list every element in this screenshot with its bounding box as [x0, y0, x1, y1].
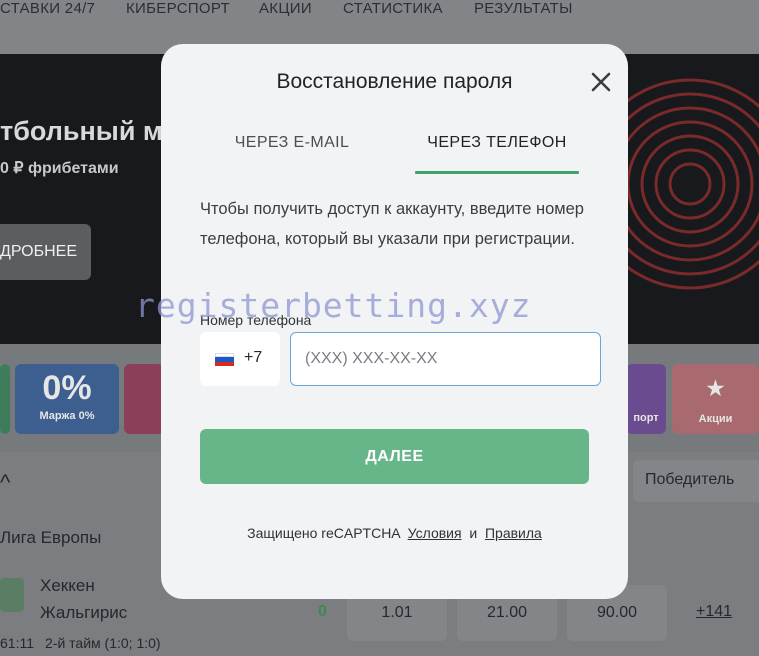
banner-more-button[interactable]: ДРОБНЕЕ	[0, 224, 91, 280]
russia-flag-icon	[215, 353, 234, 366]
sort-select[interactable]: Победитель	[633, 460, 759, 502]
country-code-select[interactable]: +7	[200, 332, 280, 386]
sort-select-label: Победитель	[645, 471, 735, 488]
match-time: 61:11	[0, 635, 34, 651]
recaptcha-terms-link[interactable]: Условия	[408, 525, 462, 541]
tile-promotions-label: Акции	[698, 413, 733, 425]
watermark-text: registerbetting.xyz	[135, 286, 532, 325]
next-button[interactable]: ДАЛЕЕ	[200, 429, 589, 484]
tile-esport[interactable]: порт	[626, 364, 666, 434]
recaptcha-notice: Защищено reCAPTCHA Условия и Правила	[161, 525, 628, 541]
tab-via-email[interactable]: ЧЕРЕЗ E-MAIL	[201, 134, 383, 152]
tile-esport-label: порт	[633, 412, 659, 424]
tile-partial-left[interactable]	[0, 364, 10, 434]
country-code: +7	[244, 349, 263, 366]
recaptcha-text: Защищено reCAPTCHA	[247, 525, 400, 541]
close-icon[interactable]	[587, 68, 615, 96]
team-logo	[0, 578, 24, 612]
team-home[interactable]: Хеккен	[40, 576, 95, 596]
instructions-text: Чтобы получить доступ к аккаунту, введит…	[200, 200, 584, 248]
tile-margin[interactable]: 0% Маржа 0%	[15, 364, 119, 434]
nav-item-esports[interactable]: КИБЕРСПОРТ	[126, 0, 230, 17]
collapse-chevron-icon[interactable]: ^	[0, 470, 10, 496]
live-score: 0	[318, 603, 327, 620]
ticket-icon: ★	[706, 378, 725, 400]
tile-promotions[interactable]: ★ Акции	[672, 364, 759, 434]
tile-margin-value: 0%	[42, 369, 92, 407]
banner-subtitle: 0 ₽ фрибетами	[0, 160, 119, 177]
tab-via-phone[interactable]: ЧЕРЕЗ ТЕЛЕФОН	[415, 134, 579, 152]
recaptcha-rules-link[interactable]: Правила	[485, 525, 542, 541]
modal-title: Восстановление пароля	[276, 70, 513, 93]
match-period: 2-й тайм (1:0; 1:0)	[45, 635, 161, 651]
tile-margin-label: Маржа 0%	[39, 410, 95, 422]
nav-item-statistics[interactable]: СТАТИСТИКА	[343, 0, 443, 17]
active-tab-indicator	[415, 171, 579, 174]
tile-hidden[interactable]	[124, 364, 164, 434]
phone-input[interactable]	[290, 332, 601, 386]
nav-item-results[interactable]: РЕЗУЛЬТАТЫ	[474, 0, 573, 17]
recaptcha-and: и	[469, 525, 478, 541]
more-markets-link[interactable]: +141	[696, 603, 732, 621]
nav-item-bets-24-7[interactable]: СТАВКИ 24/7	[0, 0, 95, 17]
nav-item-promotions[interactable]: АКЦИИ	[259, 0, 312, 17]
banner-title: тбольный ма	[0, 116, 178, 146]
league-title: Лига Европы	[0, 528, 102, 547]
team-away[interactable]: Жальгирис	[40, 603, 127, 623]
